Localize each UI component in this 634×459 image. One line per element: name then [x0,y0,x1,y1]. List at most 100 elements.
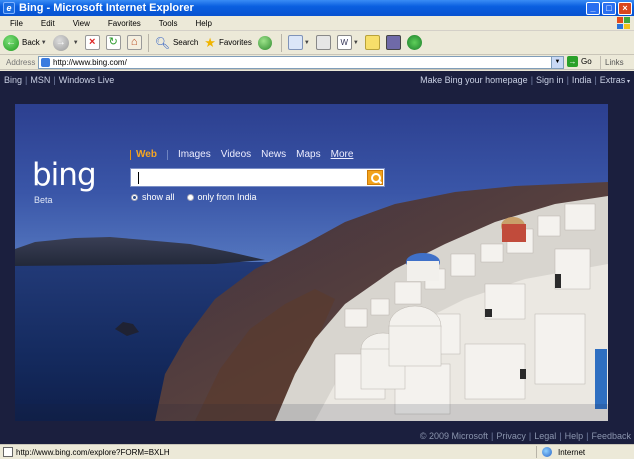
address-input[interactable]: http://www.bing.com/ ▼ [38,56,564,69]
tab-maps[interactable]: Maps [296,149,320,160]
toolbar-divider [147,33,149,52]
search-input[interactable] [134,171,364,184]
menu-bar: File Edit View Favorites Tools Help [0,16,634,31]
link-feedback[interactable]: Feedback [591,431,631,441]
search-tabs: Web Images Videos News Maps More [130,149,363,160]
stop-icon: × [84,35,100,50]
back-button[interactable]: ← Back ▼ [0,32,50,54]
page-content: Bing | MSN | Windows Live Make Bing your hom… [0,71,634,444]
favorites-button[interactable]: ★ Favorites [201,32,255,54]
chevron-down-icon[interactable]: ▼ [353,40,359,46]
search-scope: show all only from India [131,192,269,202]
windows-logo-icon [617,17,630,29]
back-arrow-icon: ← [3,34,19,51]
search-submit-button[interactable] [367,170,383,185]
link-extras[interactable]: Extras [600,75,626,85]
zone-label: Internet [558,447,586,457]
link-windows-live[interactable]: Windows Live [59,75,115,85]
window-title: Bing - Microsoft Internet Explorer [19,2,194,14]
search-label: Search [172,38,199,47]
menu-edit[interactable]: Edit [30,19,62,28]
top-nav-left: Bing | MSN | Windows Live [4,75,115,85]
search-box [130,168,385,187]
star-icon: ★ [204,34,216,50]
research-icon [385,35,401,50]
tab-videos[interactable]: Videos [221,149,251,160]
discuss-button[interactable] [362,32,383,54]
toolbar: ← Back ▼ → ▼ × ↻ ⌂ 🔍︎ Search ★ Favorites… [0,31,634,55]
tab-web[interactable]: Web [136,149,157,160]
link-india[interactable]: India [572,75,592,85]
stop-button[interactable]: × [82,32,103,54]
bing-logo: bing [32,157,97,193]
tab-news[interactable]: News [261,149,286,160]
radio-only-india[interactable]: only from India [186,192,257,202]
forward-arrow-icon: → [52,34,69,51]
address-bar: Address http://www.bing.com/ ▼ → Go Link… [0,55,634,70]
link-msn[interactable]: MSN [30,75,50,85]
refresh-button[interactable]: ↻ [103,32,124,54]
security-zone: Internet [536,446,585,458]
search-button[interactable]: 🔍︎ Search [152,32,202,54]
menu-view[interactable]: View [62,19,97,28]
status-bar: http://www.bing.com/explore?FORM=BXLH In… [0,444,634,459]
forward-button[interactable]: → ▼ [50,32,82,54]
favorites-label: Favorites [218,38,252,47]
link-sign-in[interactable]: Sign in [536,75,564,85]
tab-more[interactable]: More [331,149,354,160]
go-arrow-icon: → [567,56,578,67]
link-help[interactable]: Help [565,431,584,441]
edit-icon: W [336,35,352,50]
toolbar-divider [280,33,282,52]
print-icon [315,35,331,50]
top-nav-right: Make Bing your homepage | Sign in | India | Ex… [420,75,630,85]
back-label: Back [22,38,40,47]
ie-icon: e [3,2,15,14]
copyright: © 2009 Microsoft [419,431,489,441]
page-footer: © 2009 Microsoft | Privacy | Legal | Help | … [419,431,631,441]
menu-help[interactable]: Help [184,19,218,28]
background-image: bing Beta Web Images Videos News Maps Mo… [15,104,608,421]
edit-button[interactable]: W ▼ [334,32,362,54]
maximize-button[interactable]: □ [602,1,616,15]
menu-file[interactable]: File [0,19,30,28]
home-icon: ⌂ [126,35,142,50]
radio-show-all[interactable]: show all [131,192,175,202]
chevron-down-icon[interactable]: ▾ [625,79,630,85]
close-button[interactable]: × [618,1,632,15]
chevron-down-icon[interactable]: ▼ [551,57,563,68]
address-url: http://www.bing.com/ [53,58,127,67]
research-button[interactable] [383,32,404,54]
tab-images[interactable]: Images [178,149,211,160]
page-icon [3,447,13,457]
discuss-icon [364,35,380,50]
window-controls: _ □ × [586,1,632,15]
link-make-homepage[interactable]: Make Bing your homepage [420,75,528,85]
minimize-button[interactable]: _ [586,1,600,15]
link-bing[interactable]: Bing [4,75,22,85]
mail-icon [287,35,303,50]
link-legal[interactable]: Legal [534,431,556,441]
go-button[interactable]: → Go [567,56,592,67]
menu-favorites[interactable]: Favorites [97,19,148,28]
top-nav: Bing | MSN | Windows Live Make Bing your hom… [0,71,634,91]
address-label: Address [6,57,36,67]
radio-icon [186,193,194,201]
radio-show-all-label: show all [142,192,175,202]
chevron-down-icon[interactable]: ▼ [304,40,310,46]
chevron-down-icon[interactable]: ▼ [41,40,47,46]
links-button[interactable]: Links [600,56,624,69]
chevron-down-icon[interactable]: ▼ [73,40,79,46]
history-button[interactable] [255,32,278,54]
print-button[interactable] [313,32,334,54]
radio-selected-icon [131,193,138,201]
home-button[interactable]: ⌂ [124,32,145,54]
text-cursor [138,172,139,184]
menu-tools[interactable]: Tools [148,19,185,28]
history-icon [257,35,272,50]
messenger-button[interactable] [404,32,425,54]
mail-button[interactable]: ▼ [285,32,313,54]
globe-icon [542,447,552,457]
refresh-icon: ↻ [105,35,121,50]
link-privacy[interactable]: Privacy [496,431,526,441]
